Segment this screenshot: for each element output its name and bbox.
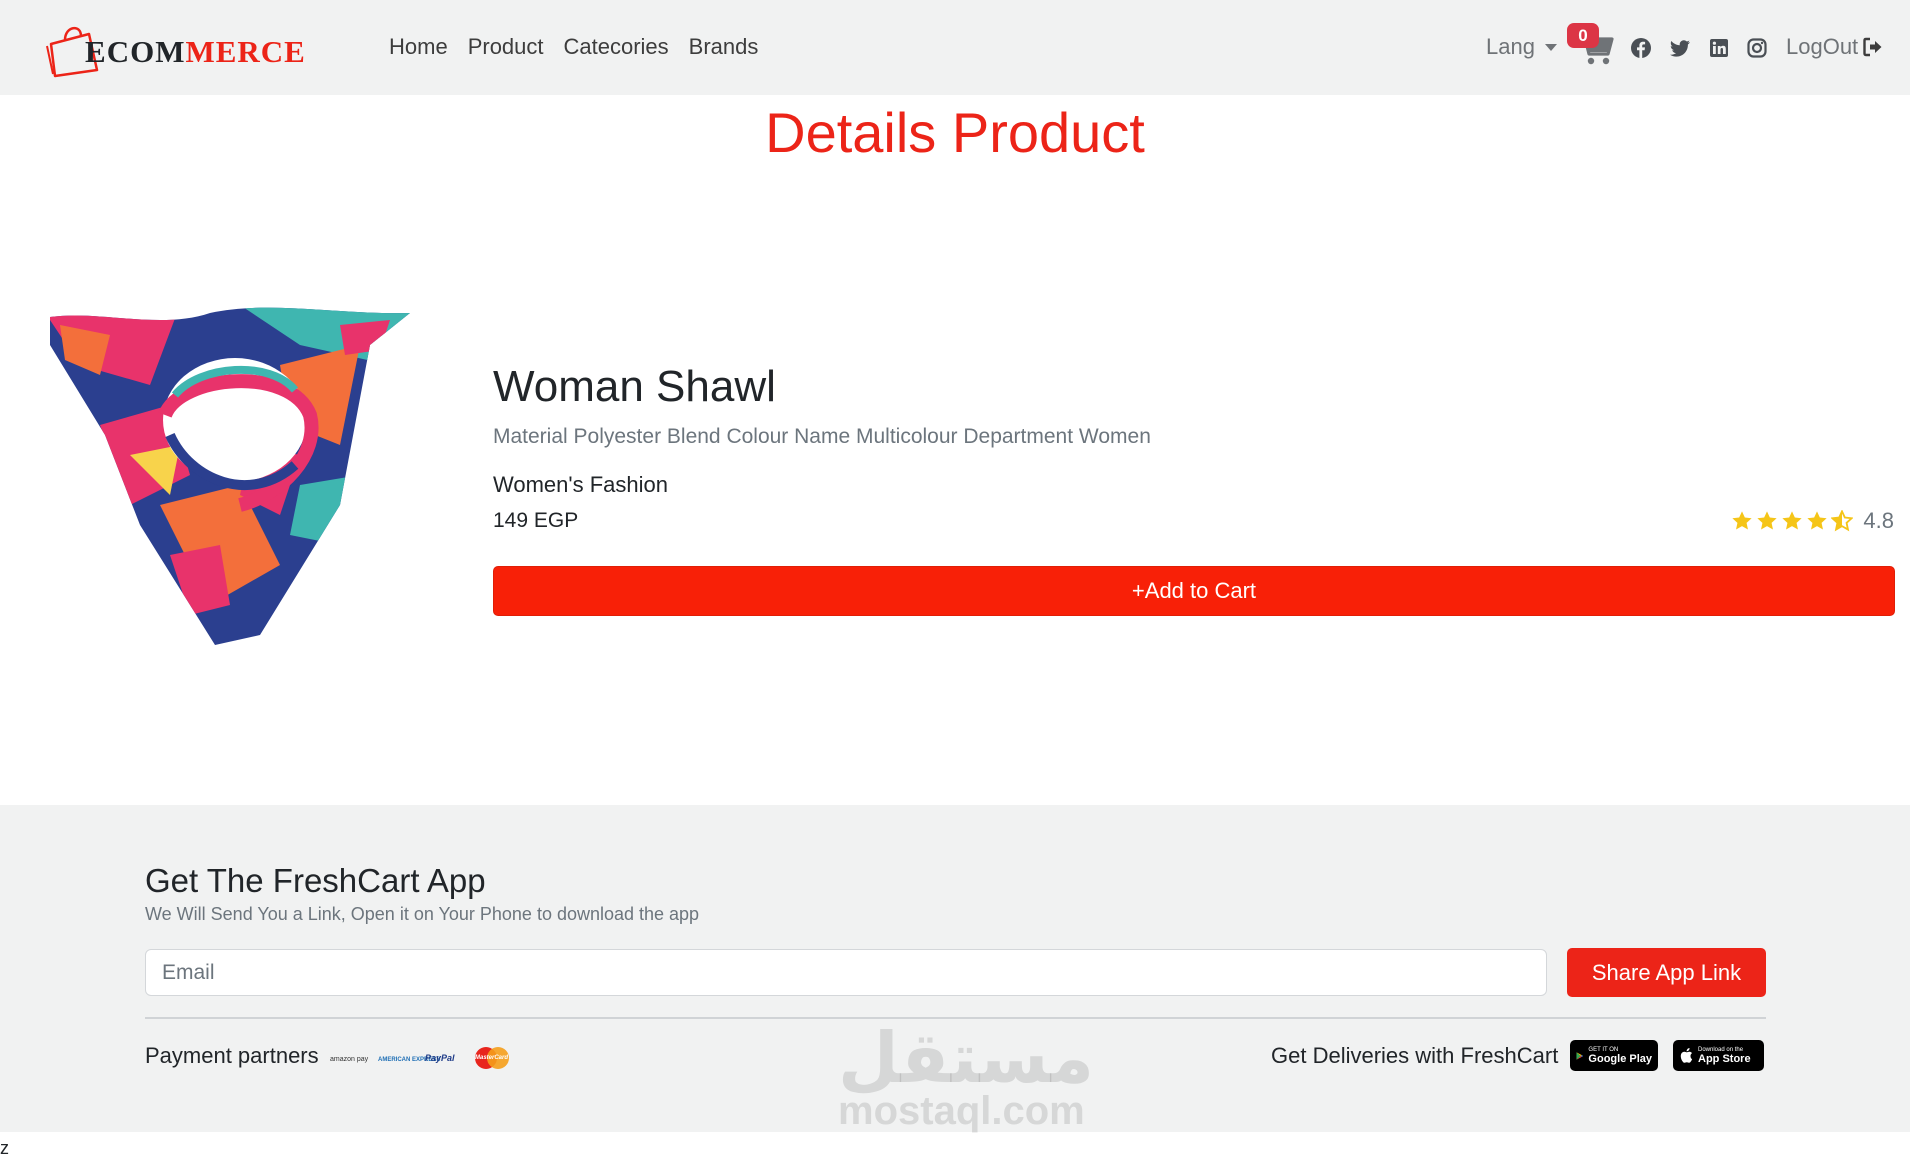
twitter-icon[interactable] [1669, 37, 1691, 59]
facebook-icon[interactable] [1630, 37, 1652, 59]
paypal-logo: PayPal [425, 1053, 455, 1063]
email-field[interactable] [145, 949, 1547, 996]
add-to-cart-button[interactable]: +Add to Cart [493, 566, 1895, 616]
nav-brands[interactable]: Brands [689, 34, 759, 60]
star-icon [1732, 511, 1753, 530]
apple-icon [1680, 1048, 1693, 1063]
footer-title: Get The FreshCart App [145, 862, 486, 899]
brand-logo[interactable]: ECOMMERCE [45, 18, 315, 78]
product-name: Woman Shawl [493, 362, 776, 411]
main-nav: Home Product Catecories Brands [389, 34, 758, 60]
lang-dropdown[interactable]: Lang [1486, 34, 1557, 60]
star-icon [1807, 511, 1828, 530]
payment-partners-label: Payment partners [145, 1043, 319, 1068]
amazon-pay-logo: amazon pay [330, 1056, 369, 1063]
linkedin-icon[interactable] [1708, 37, 1730, 59]
product-price: 149 EGP [493, 509, 579, 532]
half-star-icon [1831, 510, 1854, 532]
lang-label: Lang [1486, 34, 1535, 59]
nav-product[interactable]: Product [468, 34, 544, 60]
product-description: Material Polyester Blend Colour Name Mul… [493, 425, 1151, 448]
deliveries-label: Get Deliveries with FreshCart [1271, 1043, 1559, 1068]
logout-label: LogOut [1786, 34, 1859, 59]
navbar: ECOMMERCE Home Product Catecories Brands… [0, 0, 1910, 95]
page-title: Details Product [765, 101, 1145, 164]
star-icon [1757, 511, 1778, 530]
sign-out-icon [1863, 37, 1882, 57]
logout-link[interactable]: LogOut [1786, 34, 1884, 60]
nav-categories[interactable]: Catecories [564, 34, 669, 60]
cart-count-badge: 0 [1567, 23, 1599, 48]
google-play-icon [1576, 1051, 1584, 1060]
stray-text: z [0, 1138, 9, 1158]
share-app-link-button[interactable]: Share App Link [1567, 948, 1766, 997]
brand-name: ECOMMERCE [85, 34, 306, 69]
footer: Get The FreshCart App We Will Send You a… [0, 805, 1910, 1132]
instagram-icon[interactable] [1746, 37, 1768, 59]
footer-divider [145, 1017, 1766, 1019]
app-store-badge[interactable]: Download on the App Store [1673, 1040, 1764, 1071]
product-category: Women's Fashion [493, 472, 668, 497]
caret-down-icon [1544, 43, 1557, 51]
product-image [50, 307, 410, 646]
mastercard-logo: MasterCard [472, 1047, 512, 1069]
google-play-badge[interactable]: GET IT ON Google Play [1570, 1040, 1658, 1071]
star-icon [1782, 511, 1803, 530]
american-express-logo: AMERICAN EXPRESS [378, 1057, 441, 1063]
product-rating: 4.8 [1731, 508, 1894, 534]
nav-home[interactable]: Home [389, 34, 448, 60]
footer-subtitle: We Will Send You a Link, Open it on Your… [145, 904, 700, 924]
rating-value: 4.8 [1863, 508, 1894, 533]
